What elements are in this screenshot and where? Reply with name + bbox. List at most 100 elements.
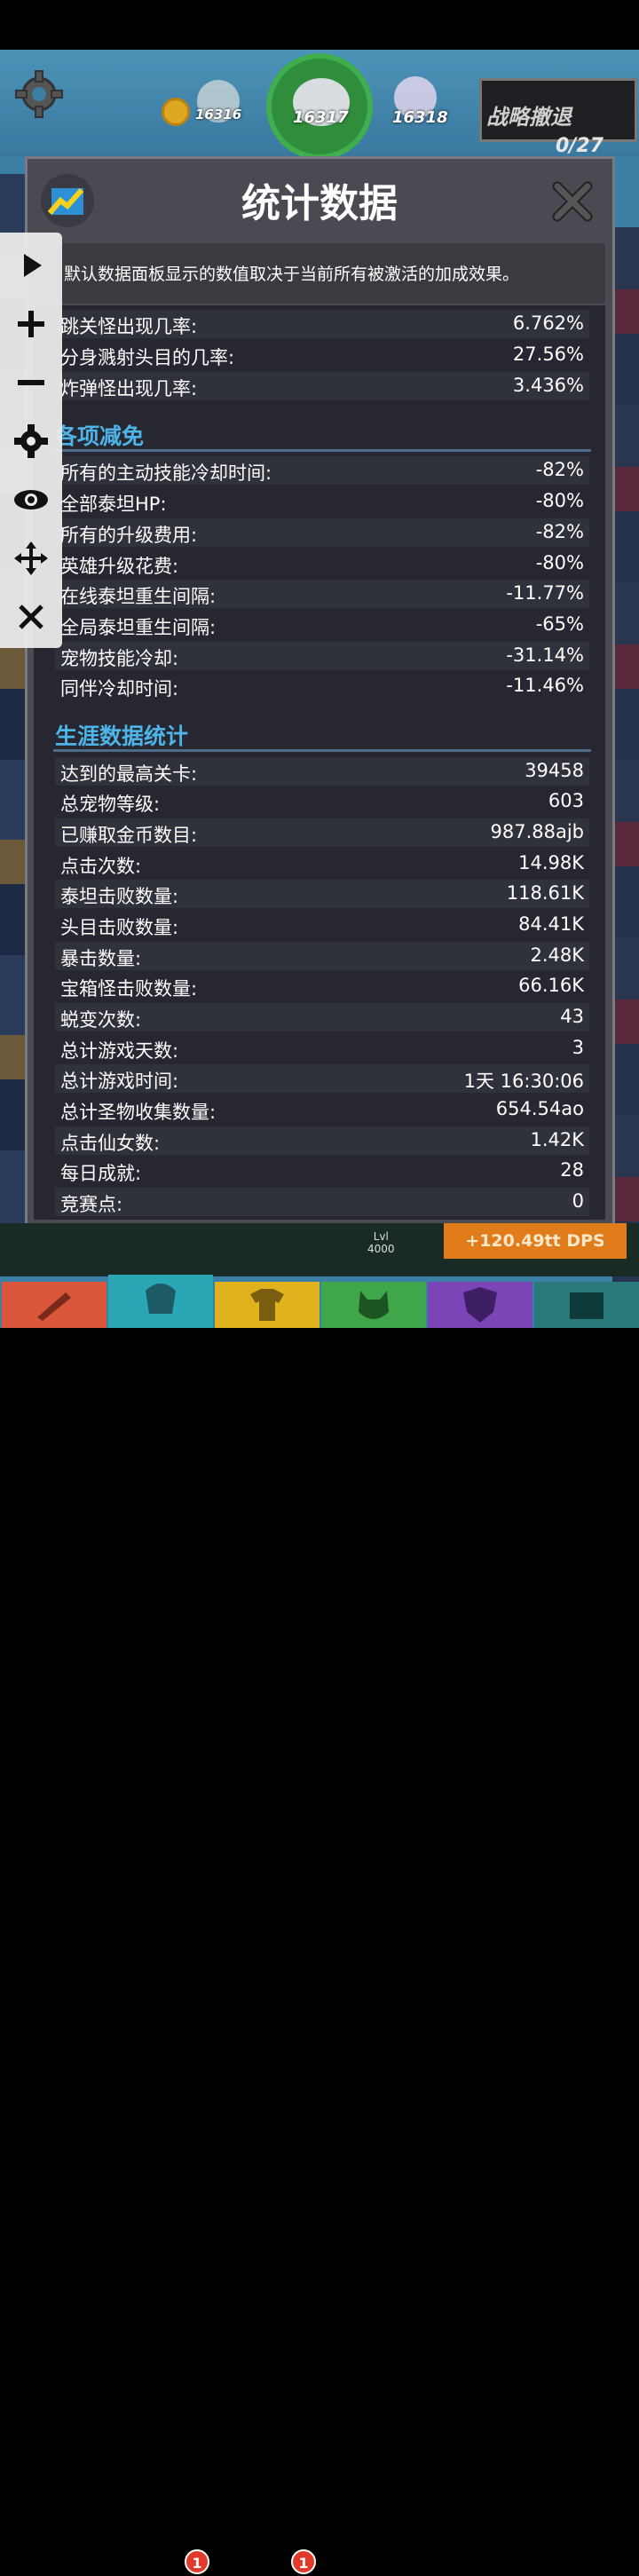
stat-label: 达到的最高关卡: — [60, 763, 198, 785]
minus-icon[interactable] — [11, 362, 51, 403]
close-icon[interactable] — [548, 178, 596, 225]
coin-icon — [162, 98, 190, 126]
stat-row: 每日成就: 28 — [55, 1157, 589, 1185]
section-divider — [53, 449, 591, 452]
tab-heroes[interactable] — [108, 1275, 213, 1328]
settings-icon[interactable] — [11, 421, 51, 462]
hero-level: Lvl 4000 — [367, 1230, 395, 1255]
settings-gear-icon[interactable] — [14, 69, 64, 119]
stat-value: 3.436% — [512, 375, 584, 396]
stat-label: 宠物技能冷却: — [60, 648, 179, 669]
move-icon[interactable] — [11, 538, 51, 579]
pet-icon — [359, 1291, 389, 1319]
stat-value: 654.54ao — [495, 1098, 584, 1119]
stat-value: 84.41K — [518, 913, 584, 935]
info-text: 默认数据面板显示的数值取决于当前所有被激活的加成效果。 — [64, 265, 520, 284]
stat-row: 宠物技能冷却: -31.14% — [55, 642, 589, 670]
panel-title: 统计数据 — [241, 181, 398, 226]
stat-row: 所有的升级费用: -82% — [55, 518, 589, 547]
stat-label: 同伴冷却时间: — [60, 678, 179, 699]
stat-value: 0 — [572, 1190, 584, 1212]
retreat-count: 0/27 — [556, 135, 604, 157]
sword-icon — [37, 1292, 71, 1321]
stage-next-number: 16318 — [392, 108, 448, 127]
stat-label: 全局泰坦重生间隔: — [60, 617, 217, 638]
stat-row: 总计游戏时间: 1天 16:30:06 — [55, 1064, 589, 1093]
stat-row: 泰坦击败数量: 118.61K — [55, 880, 589, 908]
stat-value: -80% — [535, 490, 584, 511]
stat-label: 每日成就: — [60, 1163, 142, 1184]
stat-row: 总宠物等级: 603 — [55, 787, 589, 816]
game-right-scenery — [612, 227, 639, 1292]
stage-prev-number: 16316 — [195, 107, 242, 122]
stat-row: 总计圣物收集数量: 654.54ao — [55, 1095, 589, 1124]
stat-label: 炸弹怪出现几率: — [60, 378, 198, 399]
stat-row: 蜕变次数: 43 — [55, 1003, 589, 1031]
equipment-notification-badge: 1 — [291, 2549, 316, 2574]
tab-pets[interactable] — [321, 1282, 426, 1328]
plus-icon[interactable] — [11, 304, 51, 344]
stat-label: 竞赛点: — [60, 1194, 123, 1215]
stat-label: 分身溅射头目的几率: — [60, 347, 235, 368]
close-toolbar-icon[interactable] — [11, 597, 51, 637]
stat-value: 1.42K — [530, 1129, 584, 1150]
stat-row: 在线泰坦重生间隔: -11.77% — [55, 580, 589, 608]
tab-equipment[interactable] — [215, 1282, 320, 1328]
tab-shop[interactable] — [534, 1282, 639, 1328]
stat-label: 英雄升级花费: — [60, 556, 179, 577]
stat-row: 宝箱怪击败数量: 66.16K — [55, 972, 589, 1000]
stat-row: 竞赛点: 0 — [55, 1188, 589, 1216]
stat-value: 27.56% — [512, 344, 584, 365]
tab-sword[interactable] — [2, 1282, 106, 1328]
status-bar — [0, 0, 639, 50]
stat-label: 宝箱怪击败数量: — [60, 978, 198, 1000]
stat-row: 炸弹怪出现几率: 3.436% — [55, 372, 589, 400]
stat-label: 总计游戏时间: — [60, 1071, 179, 1092]
play-icon[interactable] — [11, 245, 51, 286]
lvl-label: Lvl — [373, 1230, 389, 1243]
stat-value: 39458 — [525, 760, 584, 781]
stat-row: 点击次数: 14.98K — [55, 849, 589, 878]
section-divider — [53, 749, 591, 752]
stat-row: 总计游戏天数: 3 — [55, 1034, 589, 1063]
system-nav-bar — [0, 1328, 639, 1385]
stat-row: 已赚取金币数目: 987.88ajb — [55, 818, 589, 847]
stat-label: 暴击数量: — [60, 948, 142, 969]
section-heading-career: 生涯数据统计 — [55, 723, 189, 749]
eye-icon[interactable] — [11, 479, 51, 520]
stat-label: 跳关怪出现几率: — [60, 316, 198, 337]
stat-label: 总计游戏天数: — [60, 1040, 179, 1062]
stat-value: -82% — [535, 521, 584, 542]
stat-row: 点击仙女数: 1.42K — [55, 1126, 589, 1155]
stat-row: 所有的主动技能冷却时间: -82% — [55, 456, 589, 485]
stat-label: 点击次数: — [60, 856, 142, 877]
dps-upgrade-button[interactable]: +120.49tt DPS — [444, 1223, 627, 1259]
lvl-value: 4000 — [367, 1243, 395, 1255]
stat-row: 达到的最高关卡: 39458 — [55, 757, 589, 786]
tab-clan[interactable] — [428, 1282, 532, 1328]
strategic-retreat-label: 战略撤退 — [486, 105, 572, 130]
floating-toolbar — [0, 233, 62, 648]
stat-value: 2.48K — [530, 944, 584, 966]
stat-value: 66.16K — [518, 975, 584, 996]
stat-row: 同伴冷却时间: -11.46% — [55, 672, 589, 700]
stat-label: 所有的升级费用: — [60, 525, 198, 546]
shop-icon — [570, 1292, 604, 1319]
stat-label: 总计圣物收集数量: — [60, 1102, 217, 1123]
section-heading-reductions: 各项减免 — [55, 423, 145, 449]
stat-value: -82% — [535, 459, 584, 480]
stat-label: 在线泰坦重生间隔: — [60, 586, 217, 607]
stat-value: -31.14% — [506, 644, 584, 666]
stat-row: 全局泰坦重生间隔: -65% — [55, 611, 589, 639]
stat-label: 所有的主动技能冷却时间: — [60, 462, 272, 484]
stat-label: 全部泰坦HP: — [60, 494, 167, 515]
stat-row: 分身溅射头目的几率: 27.56% — [55, 341, 589, 369]
stat-label: 头目击败数量: — [60, 917, 179, 938]
stat-value: 603 — [548, 790, 584, 811]
stat-value: 118.61K — [506, 882, 584, 904]
stat-label: 点击仙女数: — [60, 1133, 161, 1154]
stat-label: 已赚取金币数目: — [60, 825, 198, 846]
stage-current-number: 16317 — [293, 108, 349, 127]
stat-label: 泰坦击败数量: — [60, 886, 179, 907]
stat-row: 英雄升级花费: -80% — [55, 549, 589, 578]
